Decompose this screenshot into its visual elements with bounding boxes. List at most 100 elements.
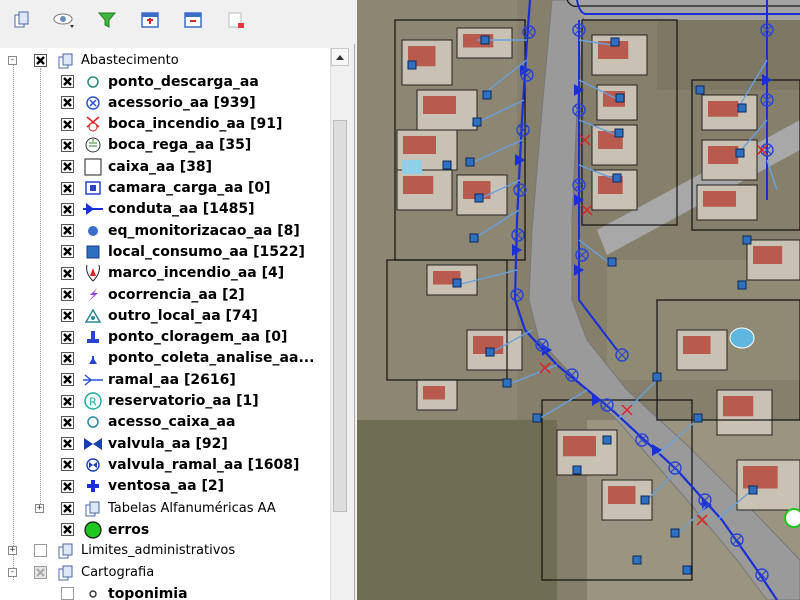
layer-visibility-checkbox[interactable] (61, 117, 74, 131)
error-marker (784, 508, 800, 528)
layer-visibility-checkbox[interactable] (61, 458, 74, 472)
layer-row[interactable]: conduta_aa [1485] (61, 199, 255, 220)
layer-visibility-checkbox[interactable] (61, 587, 74, 600)
layer-row[interactable]: valvula_ramal_aa [1608] (61, 454, 299, 475)
qgis-window: - Abastecimento ponto_descarga_aa acessorio… (0, 0, 800, 600)
filter-icon (97, 12, 117, 28)
group-abastecimento[interactable]: - Abastecimento (8, 50, 179, 71)
remove-layer-button[interactable] (224, 8, 248, 32)
consumption-point (737, 103, 747, 113)
layer-row[interactable]: marco_incendio_aa [4] (61, 263, 284, 284)
map-canvas[interactable] (357, 0, 800, 600)
layer-visibility-checkbox[interactable] (61, 266, 74, 280)
layer-visibility-checkbox[interactable] (61, 351, 74, 365)
collapse-toggle[interactable]: - (8, 568, 17, 577)
collapse-all-icon (184, 12, 202, 28)
layer-visibility-checkbox[interactable] (61, 224, 74, 238)
roof (563, 436, 596, 457)
layer-row[interactable]: camara_carga_aa [0] (61, 178, 271, 199)
group-limites[interactable]: + Limites_administrativos (8, 540, 235, 561)
layer-label: ventosa_aa [2] (108, 478, 224, 495)
consumption-point (485, 347, 495, 357)
layer-visibility-checkbox[interactable] (61, 415, 74, 429)
expand-toggle[interactable]: + (8, 546, 17, 555)
layer-label: acesso_caixa_aa (108, 414, 236, 431)
consumption-point (407, 60, 417, 70)
layer-label: toponimia (108, 585, 188, 600)
layer-visibility-checkbox[interactable] (61, 160, 74, 174)
layer-label: erros (108, 521, 150, 538)
expand-toggle[interactable]: + (35, 504, 44, 513)
consumption-point (737, 280, 747, 290)
valve-icon (82, 435, 104, 453)
layer-label: Cartografia (81, 565, 155, 580)
layer-visibility-checkbox[interactable] (61, 309, 74, 323)
layer-visibility-checkbox[interactable] (61, 394, 74, 408)
layer-label: boca_incendio_aa [91] (108, 116, 283, 133)
layer-visibility-checkbox[interactable] (61, 245, 74, 259)
filter-legend-button[interactable] (95, 8, 119, 32)
layer-row-toponimia[interactable]: toponimia (61, 583, 188, 600)
consumption-point (472, 117, 482, 127)
layer-row[interactable]: eq_monitorizacao_aa [8] (61, 220, 300, 241)
expand-all-button[interactable] (138, 8, 162, 32)
manage-visibility-button[interactable] (52, 8, 76, 32)
chamber-icon (82, 179, 104, 197)
tree-scrollbar[interactable] (330, 48, 349, 600)
group-tabelas[interactable]: + Tabelas Alfanuméricas AA (35, 498, 276, 519)
map-drawing (357, 0, 800, 600)
layer-row[interactable]: Rreservatorio_aa [1] (61, 391, 259, 412)
chlorination-icon (82, 328, 104, 346)
collapse-all-button[interactable] (181, 8, 205, 32)
layer-row[interactable]: ponto_descarga_aa (61, 71, 259, 92)
layer-row-erros[interactable]: erros (61, 519, 149, 540)
layer-visibility-checkbox[interactable] (34, 54, 47, 67)
layer-row[interactable]: acessorio_aa [939] (61, 92, 256, 113)
air-valve-icon (82, 477, 104, 495)
roof (708, 146, 739, 164)
valve-branch-icon (82, 456, 104, 474)
layer-row[interactable]: ramal_aa [2616] (61, 369, 236, 390)
layer-visibility-checkbox[interactable] (61, 523, 74, 536)
layer-visibility-checkbox[interactable] (34, 566, 47, 579)
consumption-point (465, 157, 475, 167)
layer-row[interactable]: local_consumo_aa [1522] (61, 241, 305, 262)
group-cartografia[interactable]: - Cartografia (8, 562, 155, 583)
scroll-up-button[interactable] (331, 48, 349, 66)
layer-row[interactable]: ventosa_aa [2] (61, 476, 224, 497)
layer-visibility-checkbox[interactable] (61, 75, 74, 88)
layer-label: valvula_ramal_aa [1608] (108, 456, 300, 473)
layer-visibility-checkbox[interactable] (61, 437, 74, 451)
layer-row[interactable]: acesso_caixa_aa (61, 412, 235, 433)
scroll-thumb[interactable] (333, 120, 347, 512)
add-group-button[interactable] (10, 8, 34, 32)
layer-visibility-checkbox[interactable] (61, 373, 74, 387)
layer-row[interactable]: valvula_aa [92] (61, 433, 228, 454)
layer-visibility-checkbox[interactable] (61, 138, 74, 152)
hydrant-icon (82, 115, 104, 133)
consumption-point (452, 278, 462, 288)
layer-row[interactable]: outro_local_aa [74] (61, 305, 258, 326)
layer-visibility-checkbox[interactable] (61, 96, 74, 110)
group-layers-icon (82, 500, 104, 518)
layer-visibility-checkbox[interactable] (61, 479, 74, 493)
consumption-point (612, 173, 622, 183)
roof (703, 191, 736, 207)
circle-outline-icon (82, 73, 104, 91)
layer-visibility-checkbox[interactable] (61, 330, 74, 344)
consumption-point (670, 528, 680, 538)
layer-row[interactable]: ponto_cloragem_aa [0] (61, 327, 287, 348)
layer-visibility-checkbox[interactable] (61, 502, 74, 515)
layer-row[interactable]: caixa_aa [38] (61, 156, 212, 177)
collapse-toggle[interactable]: - (8, 56, 17, 65)
layer-row[interactable]: boca_incendio_aa [91] (61, 114, 282, 135)
layer-row[interactable]: ocorrencia_aa [2] (61, 284, 245, 305)
layer-visibility-checkbox[interactable] (34, 544, 47, 557)
layer-row[interactable]: boca_rega_aa [35] (61, 135, 251, 156)
layer-visibility-checkbox[interactable] (61, 202, 74, 216)
layer-row[interactable]: ponto_coleta_analise_aa... (61, 348, 314, 369)
layer-visibility-checkbox[interactable] (61, 288, 74, 301)
green-circle-icon (82, 520, 104, 539)
consumption-point (480, 35, 490, 45)
layer-visibility-checkbox[interactable] (61, 181, 74, 195)
